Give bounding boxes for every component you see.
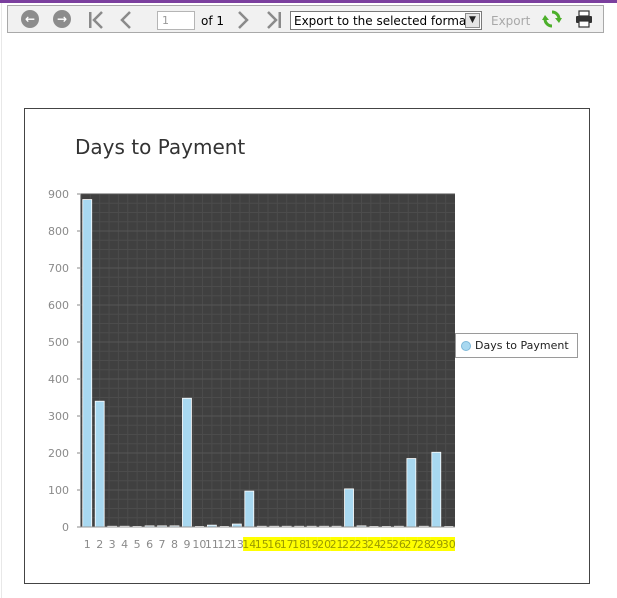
x-tick-label: 8 (171, 538, 178, 551)
x-tick-label: 5 (134, 538, 141, 551)
y-tick-label: 300 (48, 410, 69, 423)
y-tick-label: 700 (48, 262, 69, 275)
legend-label: Days to Payment (475, 339, 569, 352)
bar (82, 199, 93, 528)
y-tick-label: 900 (48, 188, 69, 201)
bar (344, 488, 354, 528)
x-tick-label: 6 (146, 538, 153, 551)
y-tick-label: 200 (48, 447, 69, 460)
bar (94, 400, 105, 528)
chart-legend: Days to Payment (455, 333, 578, 358)
y-tick-label: 100 (48, 484, 69, 497)
x-tick-label: 9 (183, 538, 190, 551)
x-tick-label: 2 (96, 538, 103, 551)
y-tick-label: 500 (48, 336, 69, 349)
bar (431, 451, 442, 528)
x-tick-label: 4 (121, 538, 128, 551)
x-tick-label: 3 (109, 538, 116, 551)
bar (406, 458, 417, 528)
bar-chart: 01002003004005006007008009001 2 3 4 5 6 7 8 9 101… (48, 188, 456, 551)
x-tick-label: 30 (442, 538, 456, 551)
y-tick-label: 0 (62, 521, 69, 534)
x-tick-label: 1 (84, 538, 91, 551)
y-tick-label: 400 (48, 373, 69, 386)
legend-swatch (461, 341, 471, 351)
bar (244, 490, 255, 528)
bar (182, 397, 192, 528)
y-tick-label: 600 (48, 299, 69, 312)
x-tick-label: 7 (159, 538, 166, 551)
y-tick-label: 800 (48, 225, 69, 238)
